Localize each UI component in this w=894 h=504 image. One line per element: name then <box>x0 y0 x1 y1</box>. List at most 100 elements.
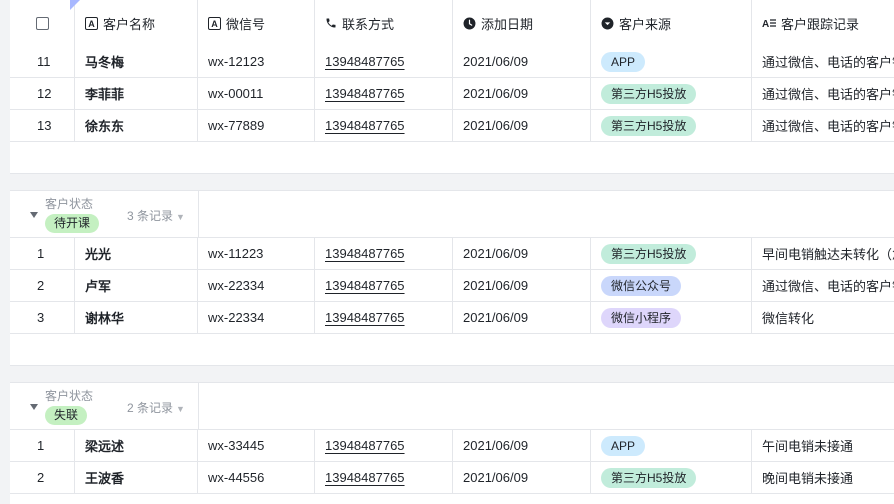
svg-text:A: A <box>211 19 218 29</box>
row-index: 2 <box>10 462 75 493</box>
chevron-down-icon: ▼ <box>176 404 185 414</box>
record-count-text: 3 条记录 <box>127 209 174 223</box>
table-row[interactable]: 1 光光 wx-11223 13948487765 2021/06/09 第三方… <box>10 238 894 270</box>
source-tag[interactable]: 微信小程序 <box>601 307 682 328</box>
group-record-count[interactable]: 3 条记录 ▼ <box>127 207 185 224</box>
table-row[interactable]: 13 徐东东 wx-77889 13948487765 2021/06/09 第… <box>10 110 894 142</box>
group-status-tag: 待开课 <box>45 214 100 233</box>
source-tag[interactable]: APP <box>601 435 646 456</box>
customer-name-cell[interactable]: 谢林华 <box>75 302 198 333</box>
chevron-down-icon: ▼ <box>176 212 185 222</box>
source-tag[interactable]: APP <box>601 51 646 72</box>
collapse-triangle-icon[interactable] <box>30 212 38 218</box>
column-title: 联系方式 <box>342 16 395 32</box>
select-all-header[interactable] <box>10 0 75 46</box>
table-row[interactable]: 3 谢林华 wx-22334 13948487765 2021/06/09 微信… <box>10 302 894 334</box>
record-cell[interactable]: 午间电销未接通 <box>752 430 894 461</box>
table-header: A 客户名称 A 微信号 联系方式 添加日期 客户来源 A 客户跟踪记录 <box>10 0 894 47</box>
record-cell[interactable]: 通过微信、电话的客户销 <box>752 46 894 77</box>
row-index: 11 <box>10 46 75 77</box>
phone-link[interactable]: 13948487765 <box>325 278 405 293</box>
column-header-source[interactable]: 客户来源 <box>591 0 752 46</box>
source-tag[interactable]: 第三方H5投放 <box>601 115 697 136</box>
wechat-cell[interactable]: wx-22334 <box>198 270 315 301</box>
wechat-cell[interactable]: wx-77889 <box>198 110 315 141</box>
table-row[interactable]: 2 卢军 wx-22334 13948487765 2021/06/09 微信公… <box>10 270 894 302</box>
svg-text:A: A <box>88 19 95 29</box>
customer-name-cell[interactable]: 李菲菲 <box>75 78 198 109</box>
date-cell[interactable]: 2021/06/09 <box>453 78 591 109</box>
table-row[interactable]: 1 梁远述 wx-33445 13948487765 2021/06/09 AP… <box>10 430 894 462</box>
column-title: 客户跟踪记录 <box>781 16 860 32</box>
customer-name-cell[interactable]: 王波香 <box>75 462 198 493</box>
date-cell[interactable]: 2021/06/09 <box>453 430 591 461</box>
column-header-contact[interactable]: 联系方式 <box>315 0 453 46</box>
customer-name-cell[interactable]: 徐东东 <box>75 110 198 141</box>
column-header-record[interactable]: A 客户跟踪记录 <box>752 0 894 46</box>
phone-link[interactable]: 13948487765 <box>325 118 405 133</box>
group-field-label: 客户状态 <box>45 389 94 403</box>
group-footer <box>10 334 894 366</box>
date-cell[interactable]: 2021/06/09 <box>453 110 591 141</box>
single-select-icon <box>601 17 614 30</box>
group-header[interactable]: 客户状态 待开课 3 条记录 ▼ <box>10 190 894 238</box>
record-cell[interactable]: 通过微信、电话的客户销 <box>752 270 894 301</box>
column-header-name[interactable]: A 客户名称 <box>75 0 198 46</box>
record-cell[interactable]: 早间电销触达未转化（急 <box>752 238 894 269</box>
header-corner-marker <box>70 0 80 10</box>
wechat-cell[interactable]: wx-11223 <box>198 238 315 269</box>
record-cell[interactable]: 通过微信、电话的客户销 <box>752 78 894 109</box>
column-header-wechat[interactable]: A 微信号 <box>198 0 315 46</box>
row-index: 2 <box>10 270 75 301</box>
record-cell[interactable]: 晚间电销未接通 <box>752 462 894 493</box>
phone-link[interactable]: 13948487765 <box>325 246 405 261</box>
row-index: 3 <box>10 302 75 333</box>
text-field-icon: A <box>208 16 221 30</box>
column-title: 客户来源 <box>619 16 672 32</box>
group-footer <box>10 494 894 504</box>
customer-name-cell[interactable]: 马冬梅 <box>75 46 198 77</box>
phone-link[interactable]: 13948487765 <box>325 54 405 69</box>
date-cell[interactable]: 2021/06/09 <box>453 238 591 269</box>
date-cell[interactable]: 2021/06/09 <box>453 462 591 493</box>
record-cell[interactable]: 微信转化 <box>752 302 894 333</box>
source-tag[interactable]: 第三方H5投放 <box>601 243 697 264</box>
phone-link[interactable]: 13948487765 <box>325 438 405 453</box>
customer-name-cell[interactable]: 光光 <box>75 238 198 269</box>
group-record-count[interactable]: 2 条记录 ▼ <box>127 399 185 416</box>
text-field-icon: A <box>85 16 98 30</box>
wechat-cell[interactable]: wx-12123 <box>198 46 315 77</box>
group-header[interactable]: 客户状态 失联 2 条记录 ▼ <box>10 382 894 430</box>
phone-link[interactable]: 13948487765 <box>325 86 405 101</box>
date-cell[interactable]: 2021/06/09 <box>453 270 591 301</box>
wechat-cell[interactable]: wx-22334 <box>198 302 315 333</box>
column-title: 微信号 <box>226 16 266 32</box>
wechat-cell[interactable]: wx-00011 <box>198 78 315 109</box>
phone-link[interactable]: 13948487765 <box>325 470 405 485</box>
date-cell[interactable]: 2021/06/09 <box>453 302 591 333</box>
long-text-icon: A <box>762 17 776 29</box>
column-header-date[interactable]: 添加日期 <box>453 0 591 46</box>
row-index: 1 <box>10 238 75 269</box>
source-tag[interactable]: 第三方H5投放 <box>601 467 697 488</box>
table-row[interactable]: 11 马冬梅 wx-12123 13948487765 2021/06/09 A… <box>10 46 894 78</box>
row-index: 1 <box>10 430 75 461</box>
record-cell[interactable]: 通过微信、电话的客户销 <box>752 110 894 141</box>
record-count-text: 2 条记录 <box>127 401 174 415</box>
phone-icon <box>325 17 337 29</box>
customer-name-cell[interactable]: 梁远述 <box>75 430 198 461</box>
table-row[interactable]: 2 王波香 wx-44556 13948487765 2021/06/09 第三… <box>10 462 894 494</box>
phone-link[interactable]: 13948487765 <box>325 310 405 325</box>
wechat-cell[interactable]: wx-44556 <box>198 462 315 493</box>
customer-name-cell[interactable]: 卢军 <box>75 270 198 301</box>
date-cell[interactable]: 2021/06/09 <box>453 46 591 77</box>
clock-icon <box>463 17 476 30</box>
column-title: 客户名称 <box>103 16 156 32</box>
wechat-cell[interactable]: wx-33445 <box>198 430 315 461</box>
source-tag[interactable]: 第三方H5投放 <box>601 83 697 104</box>
checkbox-icon[interactable] <box>35 16 49 30</box>
source-tag[interactable]: 微信公众号 <box>601 275 682 296</box>
table-row[interactable]: 12 李菲菲 wx-00011 13948487765 2021/06/09 第… <box>10 78 894 110</box>
group-field-label: 客户状态 <box>45 197 94 211</box>
collapse-triangle-icon[interactable] <box>30 404 38 410</box>
